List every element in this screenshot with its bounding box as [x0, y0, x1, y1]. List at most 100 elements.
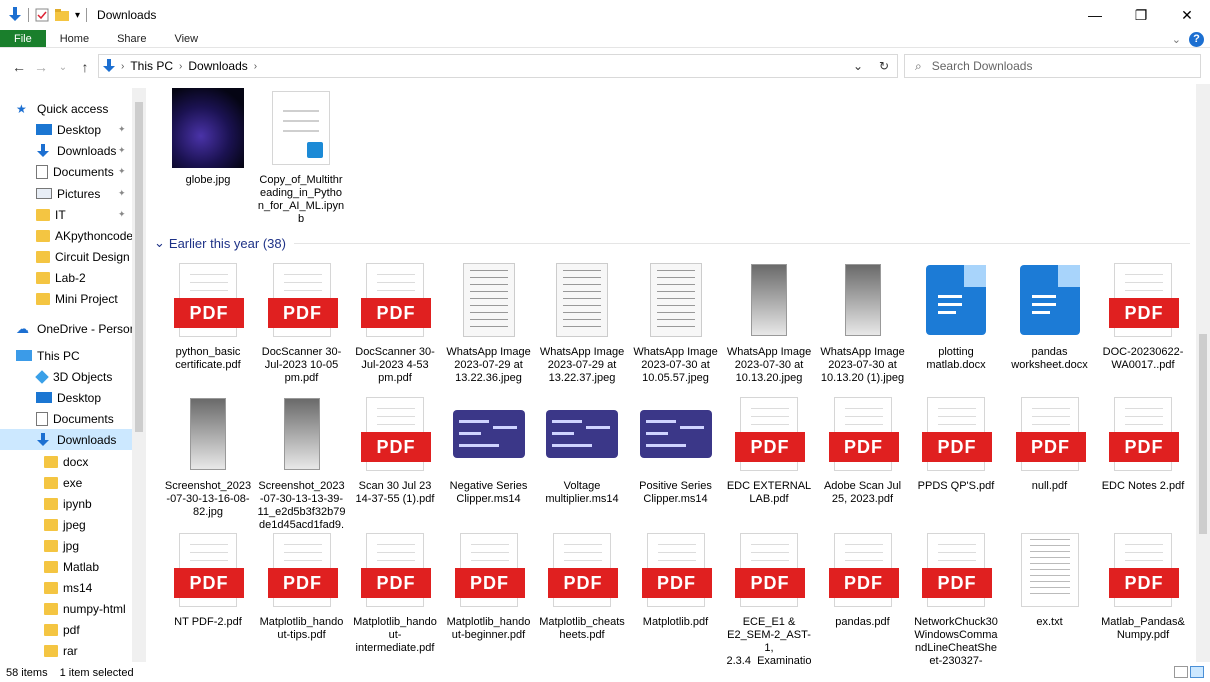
nav-item[interactable]: Circuit Design Su: [0, 246, 146, 267]
file-tile[interactable]: PDF DocScanner 30-Jul-2023 4-53 pm.pdf: [349, 260, 441, 385]
file-tile[interactable]: PDF Matplotlib.pdf: [630, 530, 722, 629]
expand-ribbon-icon[interactable]: ⌄: [1172, 33, 1181, 46]
chevron-down-icon[interactable]: ⌄: [154, 235, 165, 251]
content-scrollbar-thumb[interactable]: [1199, 334, 1207, 534]
nav-item[interactable]: jpg: [0, 535, 146, 556]
nav-scrollbar-thumb[interactable]: [135, 102, 143, 432]
tab-share[interactable]: Share: [103, 30, 160, 47]
search-box[interactable]: ⌕ Search Downloads: [904, 54, 1201, 78]
address-dropdown-icon[interactable]: ⌄: [845, 59, 871, 73]
file-tile[interactable]: WhatsApp Image 2023-07-30 at 10.13.20 (1…: [817, 260, 909, 385]
nav-item[interactable]: Desktop ✦: [0, 119, 146, 140]
pdf-thumbnail: PDF: [542, 530, 622, 610]
file-tile[interactable]: Screenshot_2023-07-30-13-16-08-82.jpg: [162, 394, 254, 519]
file-tile[interactable]: Voltage multiplier.ms14: [536, 394, 628, 506]
nav-item[interactable]: pdf: [0, 619, 146, 640]
file-tile[interactable]: PDF EDC Notes 2.pdf: [1097, 394, 1189, 493]
file-tile[interactable]: PDF NetworkChuck30WindowsCommandLineCheat…: [910, 530, 1002, 664]
up-button[interactable]: ↑: [74, 55, 96, 79]
nav-item[interactable]: Desktop: [0, 387, 146, 408]
file-tile[interactable]: Positive Series Clipper.ms14: [630, 394, 722, 506]
file-tile[interactable]: PDF null.pdf: [1004, 394, 1096, 493]
maximize-button[interactable]: ❐: [1118, 0, 1164, 30]
nav-item[interactable]: Downloads ✦: [0, 140, 146, 161]
tab-view[interactable]: View: [160, 30, 212, 47]
new-folder-icon[interactable]: [55, 9, 69, 21]
file-tile[interactable]: WhatsApp Image 2023-07-29 at 13.22.36.jp…: [443, 260, 535, 385]
nav-item[interactable]: ms14: [0, 577, 146, 598]
file-tile[interactable]: PDF Scan 30 Jul 23 14-37-55 (1).pdf: [349, 394, 441, 506]
nav-scrollbar[interactable]: [132, 88, 146, 662]
tab-home[interactable]: Home: [46, 30, 103, 47]
tab-file[interactable]: File: [0, 30, 46, 47]
breadcrumb-this-pc[interactable]: This PC: [130, 59, 173, 73]
file-tile[interactable]: PDF python_basic certificate.pdf: [162, 260, 254, 372]
close-button[interactable]: ✕: [1164, 0, 1210, 30]
nav-item[interactable]: Documents: [0, 408, 146, 429]
forward-button[interactable]: →: [30, 55, 52, 79]
breadcrumb-downloads[interactable]: Downloads: [188, 59, 247, 73]
file-tile[interactable]: plotting matlab.docx: [910, 260, 1002, 372]
file-tile[interactable]: PDF Matplotlib_handout-tips.pdf: [256, 530, 348, 642]
nav-item[interactable]: Lab-2: [0, 267, 146, 288]
file-tile[interactable]: PDF DocScanner 30-Jul-2023 10-05 pm.pdf: [256, 260, 348, 385]
recent-locations-button[interactable]: ⌄: [52, 55, 74, 79]
nav-item[interactable]: ipynb: [0, 493, 146, 514]
nav-item[interactable]: IT ✦: [0, 204, 146, 225]
nav-item[interactable]: rar: [0, 640, 146, 661]
nav-item[interactable]: This PC: [0, 345, 146, 366]
nav-item[interactable]: Documents ✦: [0, 161, 146, 182]
file-tile[interactable]: pandas worksheet.docx: [1004, 260, 1096, 372]
back-button[interactable]: ←: [8, 55, 30, 79]
pdf-badge: PDF: [361, 432, 431, 462]
nav-item[interactable]: ★ Quick access: [0, 98, 146, 119]
file-tile[interactable]: PDF PPDS QP'S.pdf: [910, 394, 1002, 493]
large-icons-view-icon[interactable]: [1190, 666, 1204, 678]
minimize-button[interactable]: —: [1072, 0, 1118, 30]
file-tile[interactable]: PDF Matlab_Pandas&Numpy.pdf: [1097, 530, 1189, 642]
details-view-icon[interactable]: [1174, 666, 1188, 678]
pin-icon: ✦: [118, 188, 126, 198]
file-tile[interactable]: WhatsApp Image 2023-07-30 at 10.13.20.jp…: [723, 260, 815, 385]
nav-item[interactable]: ☁ OneDrive - Person: [0, 318, 146, 339]
nav-item[interactable]: jpeg: [0, 514, 146, 535]
file-tile[interactable]: PDF ECE_E1 & E2_SEM-2_AST-1, 2,3,4_Examin…: [723, 530, 815, 664]
refresh-icon[interactable]: ↻: [871, 59, 897, 73]
nav-item[interactable]: exe: [0, 472, 146, 493]
nav-item[interactable]: 3D Objects: [0, 366, 146, 387]
pdf-file-icon: PDF: [1109, 533, 1179, 607]
file-tile[interactable]: globe.jpg: [162, 88, 254, 187]
folder-icon: [44, 560, 58, 573]
file-tile[interactable]: WhatsApp Image 2023-07-30 at 10.05.57.jp…: [630, 260, 722, 385]
content-scrollbar[interactable]: [1196, 84, 1210, 662]
pdf-file-icon: PDF: [922, 397, 992, 471]
address-bar[interactable]: › This PC › Downloads › ⌄ ↻: [98, 54, 898, 78]
file-tile[interactable]: PDF Matplotlib_handout-intermediate.pdf: [349, 530, 441, 655]
nav-item[interactable]: Matlab: [0, 556, 146, 577]
properties-icon[interactable]: [35, 8, 49, 22]
file-tile[interactable]: Negative Series Clipper.ms14: [443, 394, 535, 506]
file-tile[interactable]: ex.txt: [1004, 530, 1096, 629]
pdf-thumbnail: PDF: [823, 394, 903, 474]
file-tile[interactable]: Screenshot_2023-07-30-13-13-39-11_e2d5b3…: [256, 394, 348, 545]
file-tile[interactable]: PDF Adobe Scan Jul 25, 2023.pdf: [817, 394, 909, 506]
nav-item[interactable]: Downloads: [0, 429, 146, 450]
pdf-badge: PDF: [267, 568, 338, 598]
help-icon[interactable]: ?: [1189, 31, 1204, 47]
group-header[interactable]: ⌄ Earlier this year (38): [154, 234, 1190, 252]
pdf-file-icon: PDF: [1109, 397, 1179, 471]
nav-item[interactable]: docx: [0, 451, 146, 472]
file-tile[interactable]: WhatsApp Image 2023-07-29 at 13.22.37.jp…: [536, 260, 628, 385]
nav-item[interactable]: Mini Project: [0, 288, 146, 309]
file-tile[interactable]: PDF pandas.pdf: [817, 530, 909, 629]
file-tile[interactable]: PDF Matplotlib_handout-beginner.pdf: [443, 530, 535, 642]
file-tile[interactable]: PDF DOC-20230622-WA0017..pdf: [1097, 260, 1189, 372]
nav-item[interactable]: Pictures ✦: [0, 183, 146, 204]
file-tile[interactable]: PDF NT PDF-2.pdf: [162, 530, 254, 629]
nav-item[interactable]: AKpythoncodes-: [0, 225, 146, 246]
customize-toolbar-icon[interactable]: ▾: [75, 10, 80, 21]
file-tile[interactable]: PDF Matplotlib_cheatsheets.pdf: [536, 530, 628, 642]
nav-item[interactable]: numpy-html: [0, 598, 146, 619]
file-tile[interactable]: Copy_of_Multithreading_in_Python_for_AI_…: [255, 88, 347, 226]
file-tile[interactable]: PDF EDC EXTERNAL LAB.pdf: [723, 394, 815, 506]
